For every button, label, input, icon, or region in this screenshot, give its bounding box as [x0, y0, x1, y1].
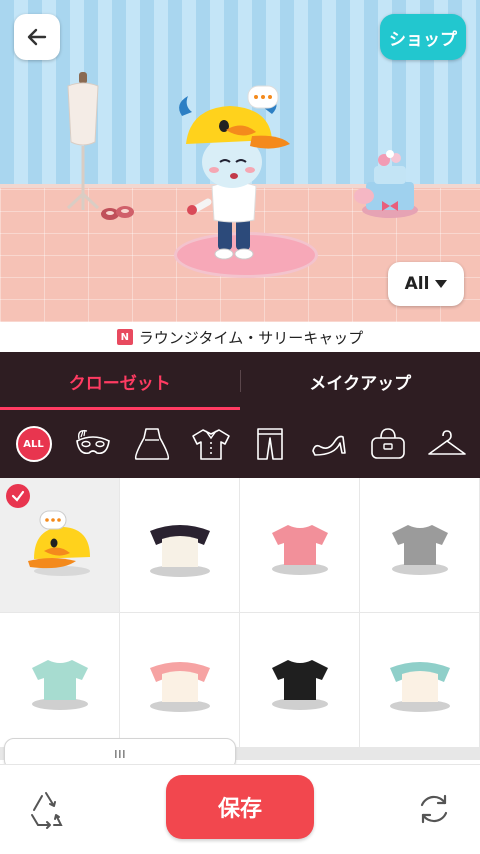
grip-icon [115, 750, 125, 758]
recycle-icon [31, 792, 63, 829]
equipped-item-name-bar: N ラウンジタイム・サリーキャップ [0, 322, 480, 352]
recycle-button[interactable] [24, 787, 68, 831]
heel-shoe-icon [311, 435, 346, 456]
mask-icon [75, 429, 110, 455]
category-tops[interactable] [185, 418, 237, 470]
equipped-item-name: ラウンジタイム・サリーキャップ [138, 328, 364, 347]
teal-cream-top-item [389, 662, 450, 712]
pink-cream-top-item [149, 662, 210, 712]
closet-tabs: クローゼット メイクアップ [0, 352, 480, 410]
dress-icon [134, 428, 169, 460]
shirt-icon [191, 429, 230, 460]
item-cell-pink-tshirt[interactable] [240, 478, 359, 612]
shoes-decoration [101, 206, 134, 220]
item-cell-black-cream-top[interactable] [120, 478, 239, 612]
item-grid [0, 478, 480, 760]
category-bags[interactable] [362, 418, 414, 470]
category-bar: ALL [0, 410, 480, 478]
category-all[interactable]: ALL [8, 418, 60, 470]
black-cream-top-item [149, 525, 210, 577]
category-shoes[interactable] [303, 418, 355, 470]
caret-down-icon [435, 280, 448, 288]
item-cell-duck-cap[interactable] [0, 478, 119, 612]
all-icon: ALL [15, 426, 52, 462]
hanger-icon [427, 430, 466, 455]
item-cell-mint-tshirt[interactable] [0, 613, 119, 747]
bag-icon [370, 428, 405, 459]
item-cell-black-tshirt[interactable] [240, 613, 359, 747]
item-cell-teal-cream-top[interactable] [360, 613, 479, 747]
mannequin-decoration [66, 72, 100, 210]
back-button[interactable] [14, 14, 60, 60]
duck-cap-item [27, 510, 90, 576]
reset-button[interactable] [412, 787, 456, 831]
black-tshirt-item [271, 660, 328, 710]
selected-check-icon [6, 484, 30, 508]
gray-tshirt-item [391, 525, 448, 575]
category-bottoms[interactable] [244, 418, 296, 470]
tab-closet[interactable]: クローゼット [0, 352, 240, 410]
category-accessory[interactable] [67, 418, 119, 470]
new-badge: N [116, 329, 133, 345]
item-cell-gray-tshirt[interactable] [360, 478, 479, 612]
mint-tshirt-item [31, 660, 88, 710]
avatar-scene: ショップ All [0, 0, 480, 322]
arrow-left-icon [27, 28, 47, 46]
pants-icon [256, 428, 283, 460]
category-dress[interactable] [126, 418, 178, 470]
bottom-bar: 保存 [0, 764, 480, 854]
tab-makeup[interactable]: メイクアップ [241, 352, 480, 410]
item-cell-pink-cream-top[interactable] [120, 613, 239, 747]
refresh-icon [420, 794, 448, 824]
shop-button[interactable]: ショップ [380, 14, 466, 60]
save-button[interactable]: 保存 [166, 775, 314, 839]
cake-decoration [354, 150, 418, 218]
filter-dropdown[interactable]: All [388, 262, 464, 306]
category-hanger[interactable] [421, 418, 473, 470]
filter-label: All [404, 274, 430, 294]
pink-tshirt-item [271, 525, 328, 575]
avatar-character [179, 85, 290, 260]
